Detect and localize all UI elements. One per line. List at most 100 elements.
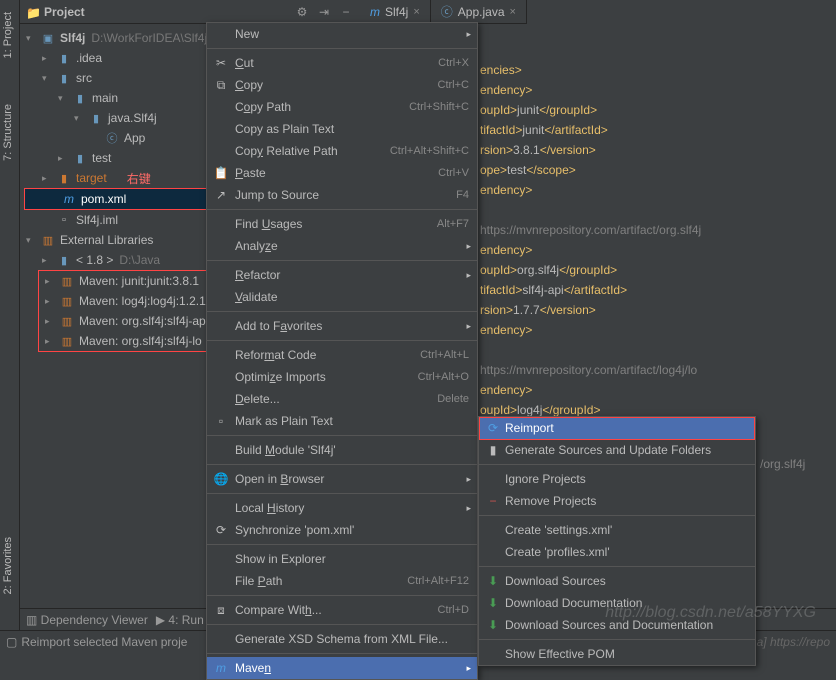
menu-validate[interactable]: Validate <box>207 286 477 308</box>
chevron-down-icon: ▾ <box>58 93 68 104</box>
menu-find-usages[interactable]: Find UsagesAlt+F7 <box>207 213 477 235</box>
menu-copy-path[interactable]: Copy PathCtrl+Shift+C <box>207 96 477 118</box>
submenu-dl-sources[interactable]: ⬇Download Sources <box>479 570 755 592</box>
tab-favorites[interactable]: 2: Favorites <box>0 529 16 602</box>
project-icon: 📁 <box>26 6 38 18</box>
tab-label: Slf4j <box>385 5 408 19</box>
menu-analyze[interactable]: Analyze▸ <box>207 235 477 257</box>
close-icon[interactable]: × <box>413 6 419 18</box>
chevron-right-icon: ▸ <box>466 474 471 485</box>
menu-open-browser[interactable]: 🌐Open in Browser▸ <box>207 468 477 490</box>
menu-file-path[interactable]: File PathCtrl+Alt+F12 <box>207 570 477 592</box>
tree-maven-4[interactable]: ▸ ▥ Maven: org.slf4j:slf4j-lo <box>39 331 229 351</box>
tree-label: target <box>76 171 107 185</box>
tree-path: D:\WorkForIDEA\Slf4j <box>91 31 207 45</box>
tree-label: External Libraries <box>60 233 153 247</box>
tab-project[interactable]: 1: Project <box>0 4 16 66</box>
submenu-reimport[interactable]: ⟳Reimport <box>479 417 755 439</box>
tree-label: Maven: junit:junit:3.8.1 <box>79 274 199 288</box>
submenu-remove[interactable]: −Remove Projects <box>479 490 755 512</box>
tree-maven-1[interactable]: ▸ ▥ Maven: junit:junit:3.8.1 <box>39 271 229 291</box>
download-icon: ⬇ <box>485 596 501 610</box>
collapse-icon[interactable]: ⇥ <box>316 4 332 20</box>
menu-add-favorites[interactable]: Add to Favorites▸ <box>207 315 477 337</box>
menu-build-module[interactable]: Build Module 'Slf4j' <box>207 439 477 461</box>
menu-new[interactable]: New▸ <box>207 23 477 45</box>
maven-icon: m <box>370 5 380 19</box>
submenu-dl-doc[interactable]: ⬇Download Documentation <box>479 592 755 614</box>
tree-label: main <box>92 91 118 105</box>
folder-icon: ▮ <box>72 90 88 106</box>
menu-show-explorer[interactable]: Show in Explorer <box>207 548 477 570</box>
tree-label: test <box>92 151 111 165</box>
package-icon: ▮ <box>88 110 104 126</box>
tree-maven-2[interactable]: ▸ ▥ Maven: log4j:log4j:1.2.1 <box>39 291 229 311</box>
run-button[interactable]: ▶ 4: Run <box>156 613 204 627</box>
copy-icon: ⧉ <box>213 78 229 93</box>
menu-delete[interactable]: Delete...Delete <box>207 388 477 410</box>
submenu-show-pom[interactable]: Show Effective POM <box>479 643 755 665</box>
menu-refactor[interactable]: Refactor▸ <box>207 264 477 286</box>
chevron-right-icon: ▸ <box>45 276 55 287</box>
menu-reformat[interactable]: Reformat CodeCtrl+Alt+L <box>207 344 477 366</box>
dependency-viewer-button[interactable]: ▥ Dependency Viewer <box>26 613 148 627</box>
chevron-right-icon: ▸ <box>466 241 471 252</box>
tree-label: Slf4j.iml <box>76 213 118 227</box>
library-icon: ▥ <box>59 333 75 349</box>
submenu-create-settings[interactable]: Create 'settings.xml' <box>479 519 755 541</box>
menu-local-history[interactable]: Local History▸ <box>207 497 477 519</box>
chevron-right-icon: ▸ <box>42 173 52 184</box>
maven-submenu: ⟳Reimport ▮Generate Sources and Update F… <box>478 416 756 666</box>
menu-optimize[interactable]: Optimize ImportsCtrl+Alt+O <box>207 366 477 388</box>
menu-copy-relative[interactable]: Copy Relative PathCtrl+Alt+Shift+C <box>207 140 477 162</box>
menu-copy-plain[interactable]: Copy as Plain Text <box>207 118 477 140</box>
menu-copy[interactable]: ⧉CopyCtrl+C <box>207 74 477 96</box>
folder-icon: ▮ <box>56 70 72 86</box>
tree-label: < 1.8 > <box>76 253 113 267</box>
submenu-ignore[interactable]: Ignore Projects <box>479 468 755 490</box>
class-icon: ⓒ <box>104 130 120 146</box>
tree-label: pom.xml <box>81 192 126 206</box>
tab-label: App.java <box>458 5 505 19</box>
hide-icon[interactable]: − <box>338 4 354 20</box>
tree-maven-3[interactable]: ▸ ▥ Maven: org.slf4j:slf4j-ap <box>39 311 229 331</box>
browser-icon: 🌐 <box>213 472 229 486</box>
chevron-down-icon: ▾ <box>26 33 36 44</box>
chevron-right-icon: ▸ <box>466 29 471 40</box>
tree-label: java.Slf4j <box>108 111 157 125</box>
chevron-right-icon: ▸ <box>42 255 52 266</box>
status-icon: ▢ <box>6 635 17 649</box>
editor-tab-slf4j[interactable]: m Slf4j × <box>360 0 431 23</box>
remove-icon: − <box>485 494 501 508</box>
cut-icon: ✂ <box>213 56 229 70</box>
menu-cut[interactable]: ✂CutCtrl+X <box>207 52 477 74</box>
editor-tab-app[interactable]: ⓒ App.java × <box>431 0 527 23</box>
menu-jump[interactable]: ↗Jump to SourceF4 <box>207 184 477 206</box>
menu-maven[interactable]: mMaven▸ <box>207 657 477 679</box>
menu-compare[interactable]: ⧈Compare With...Ctrl+D <box>207 599 477 621</box>
jump-icon: ↗ <box>213 188 229 202</box>
tree-label: Maven: log4j:log4j:1.2.1 <box>79 294 206 308</box>
menu-paste[interactable]: 📋PasteCtrl+V <box>207 162 477 184</box>
editor-tabs: m Slf4j × ⓒ App.java × <box>360 0 527 24</box>
folder-icon: ▮ <box>485 443 501 457</box>
tree-label: Maven: org.slf4j:slf4j-ap <box>79 314 206 328</box>
status-right: a] https://repo <box>757 635 830 649</box>
submenu-gen-sources[interactable]: ▮Generate Sources and Update Folders <box>479 439 755 461</box>
gear-icon[interactable]: ⚙ <box>294 4 310 20</box>
download-icon: ⬇ <box>485 618 501 632</box>
tab-structure[interactable]: 7: Structure <box>0 96 16 169</box>
chevron-right-icon: ▸ <box>466 321 471 332</box>
library-icon: ▥ <box>59 273 75 289</box>
submenu-create-profiles[interactable]: Create 'profiles.xml' <box>479 541 755 563</box>
menu-synchronize[interactable]: ⟳Synchronize 'pom.xml' <box>207 519 477 541</box>
chevron-down-icon: ▾ <box>42 73 52 84</box>
menu-mark-plain[interactable]: ▫Mark as Plain Text <box>207 410 477 432</box>
tree-label: .idea <box>76 51 102 65</box>
tree-pom[interactable]: m pom.xml <box>25 189 209 209</box>
close-icon[interactable]: × <box>510 6 516 18</box>
submenu-dl-src-doc[interactable]: ⬇Download Sources and Documentation <box>479 614 755 636</box>
chevron-down-icon: ▾ <box>26 235 36 246</box>
menu-gen-xsd[interactable]: Generate XSD Schema from XML File... <box>207 628 477 650</box>
maven-icon: m <box>213 661 229 675</box>
